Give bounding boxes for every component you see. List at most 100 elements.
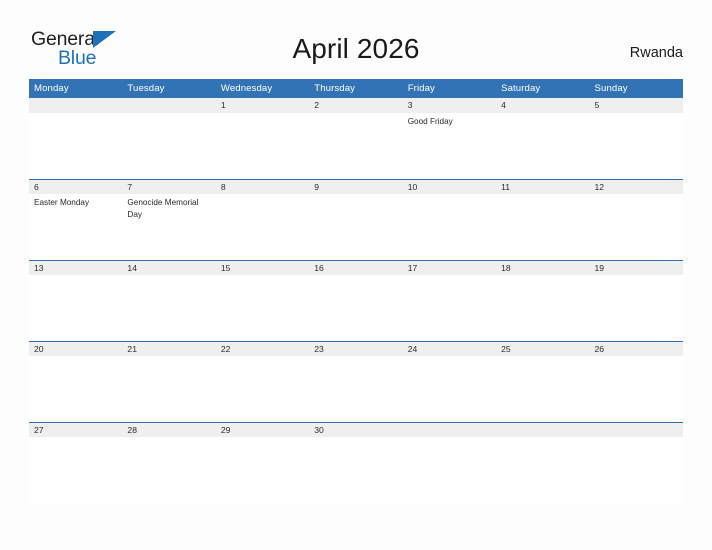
day-event — [216, 275, 309, 278]
day-cell[interactable]: 4 — [496, 98, 590, 179]
day-number: 25 — [496, 341, 590, 356]
day-event — [403, 356, 496, 359]
day-number — [29, 98, 123, 113]
calendar-body: 1 2 3 Good Friday 4 5 6 Easter Monday 7 Gen… — [29, 98, 683, 503]
day-number: 4 — [496, 98, 590, 113]
day-cell[interactable]: 10 — [402, 179, 497, 260]
calendar-week-row: 1 2 3 Good Friday 4 5 — [29, 98, 683, 179]
day-number: 1 — [215, 98, 310, 113]
day-event — [496, 275, 589, 278]
day-event — [590, 356, 683, 359]
page-header: General Blue April 2026 Rwanda — [0, 0, 712, 78]
day-cell[interactable] — [496, 422, 590, 503]
day-cell[interactable]: 30 — [309, 422, 403, 503]
day-event — [590, 194, 683, 197]
day-cell[interactable]: 16 — [309, 260, 403, 341]
weekday-header-friday: Friday — [402, 79, 497, 98]
day-cell[interactable]: 23 — [309, 341, 403, 422]
day-event — [496, 194, 589, 197]
day-event — [216, 194, 309, 197]
day-cell[interactable]: 25 — [496, 341, 590, 422]
calendar-week-row: 20 21 22 23 24 25 26 — [29, 341, 683, 422]
day-number: 5 — [589, 98, 683, 113]
day-number: 28 — [122, 422, 216, 437]
day-number — [122, 98, 216, 113]
day-cell[interactable]: 14 — [122, 260, 216, 341]
day-event — [29, 437, 122, 440]
day-cell[interactable]: 9 — [309, 179, 403, 260]
day-event: Genocide Memorial Day — [127, 198, 199, 219]
page-title: April 2026 — [292, 33, 420, 64]
day-number: 27 — [29, 422, 123, 437]
day-cell[interactable] — [122, 98, 216, 179]
day-number: 18 — [496, 260, 590, 275]
day-event — [309, 194, 402, 197]
day-cell[interactable]: 1 — [215, 98, 310, 179]
weekday-header-monday: Monday — [29, 79, 123, 98]
day-cell[interactable]: 18 — [496, 260, 590, 341]
day-cell[interactable]: 21 — [122, 341, 216, 422]
day-number: 19 — [589, 260, 683, 275]
month-calendar-table: Monday Tuesday Wednesday Thursday Friday… — [29, 79, 683, 503]
day-number: 2 — [309, 98, 403, 113]
day-number: 15 — [215, 260, 310, 275]
day-cell[interactable]: 3 Good Friday — [402, 98, 497, 179]
day-number: 26 — [589, 341, 683, 356]
calendar-week-row: 6 Easter Monday 7 Genocide Memorial Day 8 … — [29, 179, 683, 260]
day-number: 12 — [589, 179, 683, 194]
day-cell[interactable]: 19 — [589, 260, 683, 341]
day-number: 30 — [309, 422, 403, 437]
day-cell[interactable]: 20 — [29, 341, 123, 422]
calendar-header-row: Monday Tuesday Wednesday Thursday Friday… — [29, 79, 683, 98]
day-cell[interactable]: 5 — [589, 98, 683, 179]
calendar-page: General Blue April 2026 Rwanda Monday Tu… — [0, 0, 712, 550]
country-label: Rwanda — [629, 45, 683, 61]
day-cell[interactable]: 26 — [589, 341, 683, 422]
day-cell[interactable]: 2 — [309, 98, 403, 179]
day-event — [590, 113, 683, 116]
day-event — [122, 113, 215, 116]
day-cell[interactable]: 11 — [496, 179, 590, 260]
day-cell[interactable] — [29, 98, 123, 179]
day-number: 9 — [309, 179, 403, 194]
day-cell[interactable]: 13 — [29, 260, 123, 341]
day-event — [403, 437, 496, 440]
day-event — [216, 113, 309, 116]
day-event — [122, 275, 215, 278]
day-event — [309, 437, 402, 440]
day-cell[interactable]: 8 — [215, 179, 310, 260]
day-number: 16 — [309, 260, 403, 275]
day-cell[interactable]: 12 — [589, 179, 683, 260]
day-cell[interactable]: 28 — [122, 422, 216, 503]
weekday-header-wednesday: Wednesday — [215, 79, 310, 98]
day-event — [496, 437, 589, 440]
day-number: 6 — [29, 179, 123, 194]
day-cell[interactable]: 17 — [402, 260, 497, 341]
day-event — [403, 194, 496, 197]
day-number: 11 — [496, 179, 590, 194]
day-number — [402, 422, 497, 437]
day-cell[interactable]: 6 Easter Monday — [29, 179, 123, 260]
day-number: 23 — [309, 341, 403, 356]
day-event — [216, 437, 309, 440]
weekday-header-sunday: Sunday — [589, 79, 683, 98]
day-cell[interactable]: 22 — [215, 341, 310, 422]
day-event — [309, 275, 402, 278]
day-number: 22 — [215, 341, 310, 356]
day-number: 24 — [402, 341, 497, 356]
day-cell[interactable] — [589, 422, 683, 503]
day-event — [122, 356, 215, 359]
day-number: 8 — [215, 179, 310, 194]
day-number: 14 — [122, 260, 216, 275]
weekday-header-thursday: Thursday — [309, 79, 403, 98]
day-event — [29, 356, 122, 359]
day-cell[interactable] — [402, 422, 497, 503]
day-cell[interactable]: 24 — [402, 341, 497, 422]
day-cell[interactable]: 29 — [215, 422, 310, 503]
day-event — [403, 275, 496, 278]
day-number: 20 — [29, 341, 123, 356]
day-cell[interactable]: 27 — [29, 422, 123, 503]
day-cell[interactable]: 15 — [215, 260, 310, 341]
day-event — [309, 356, 402, 359]
day-cell[interactable]: 7 Genocide Memorial Day — [122, 179, 216, 260]
